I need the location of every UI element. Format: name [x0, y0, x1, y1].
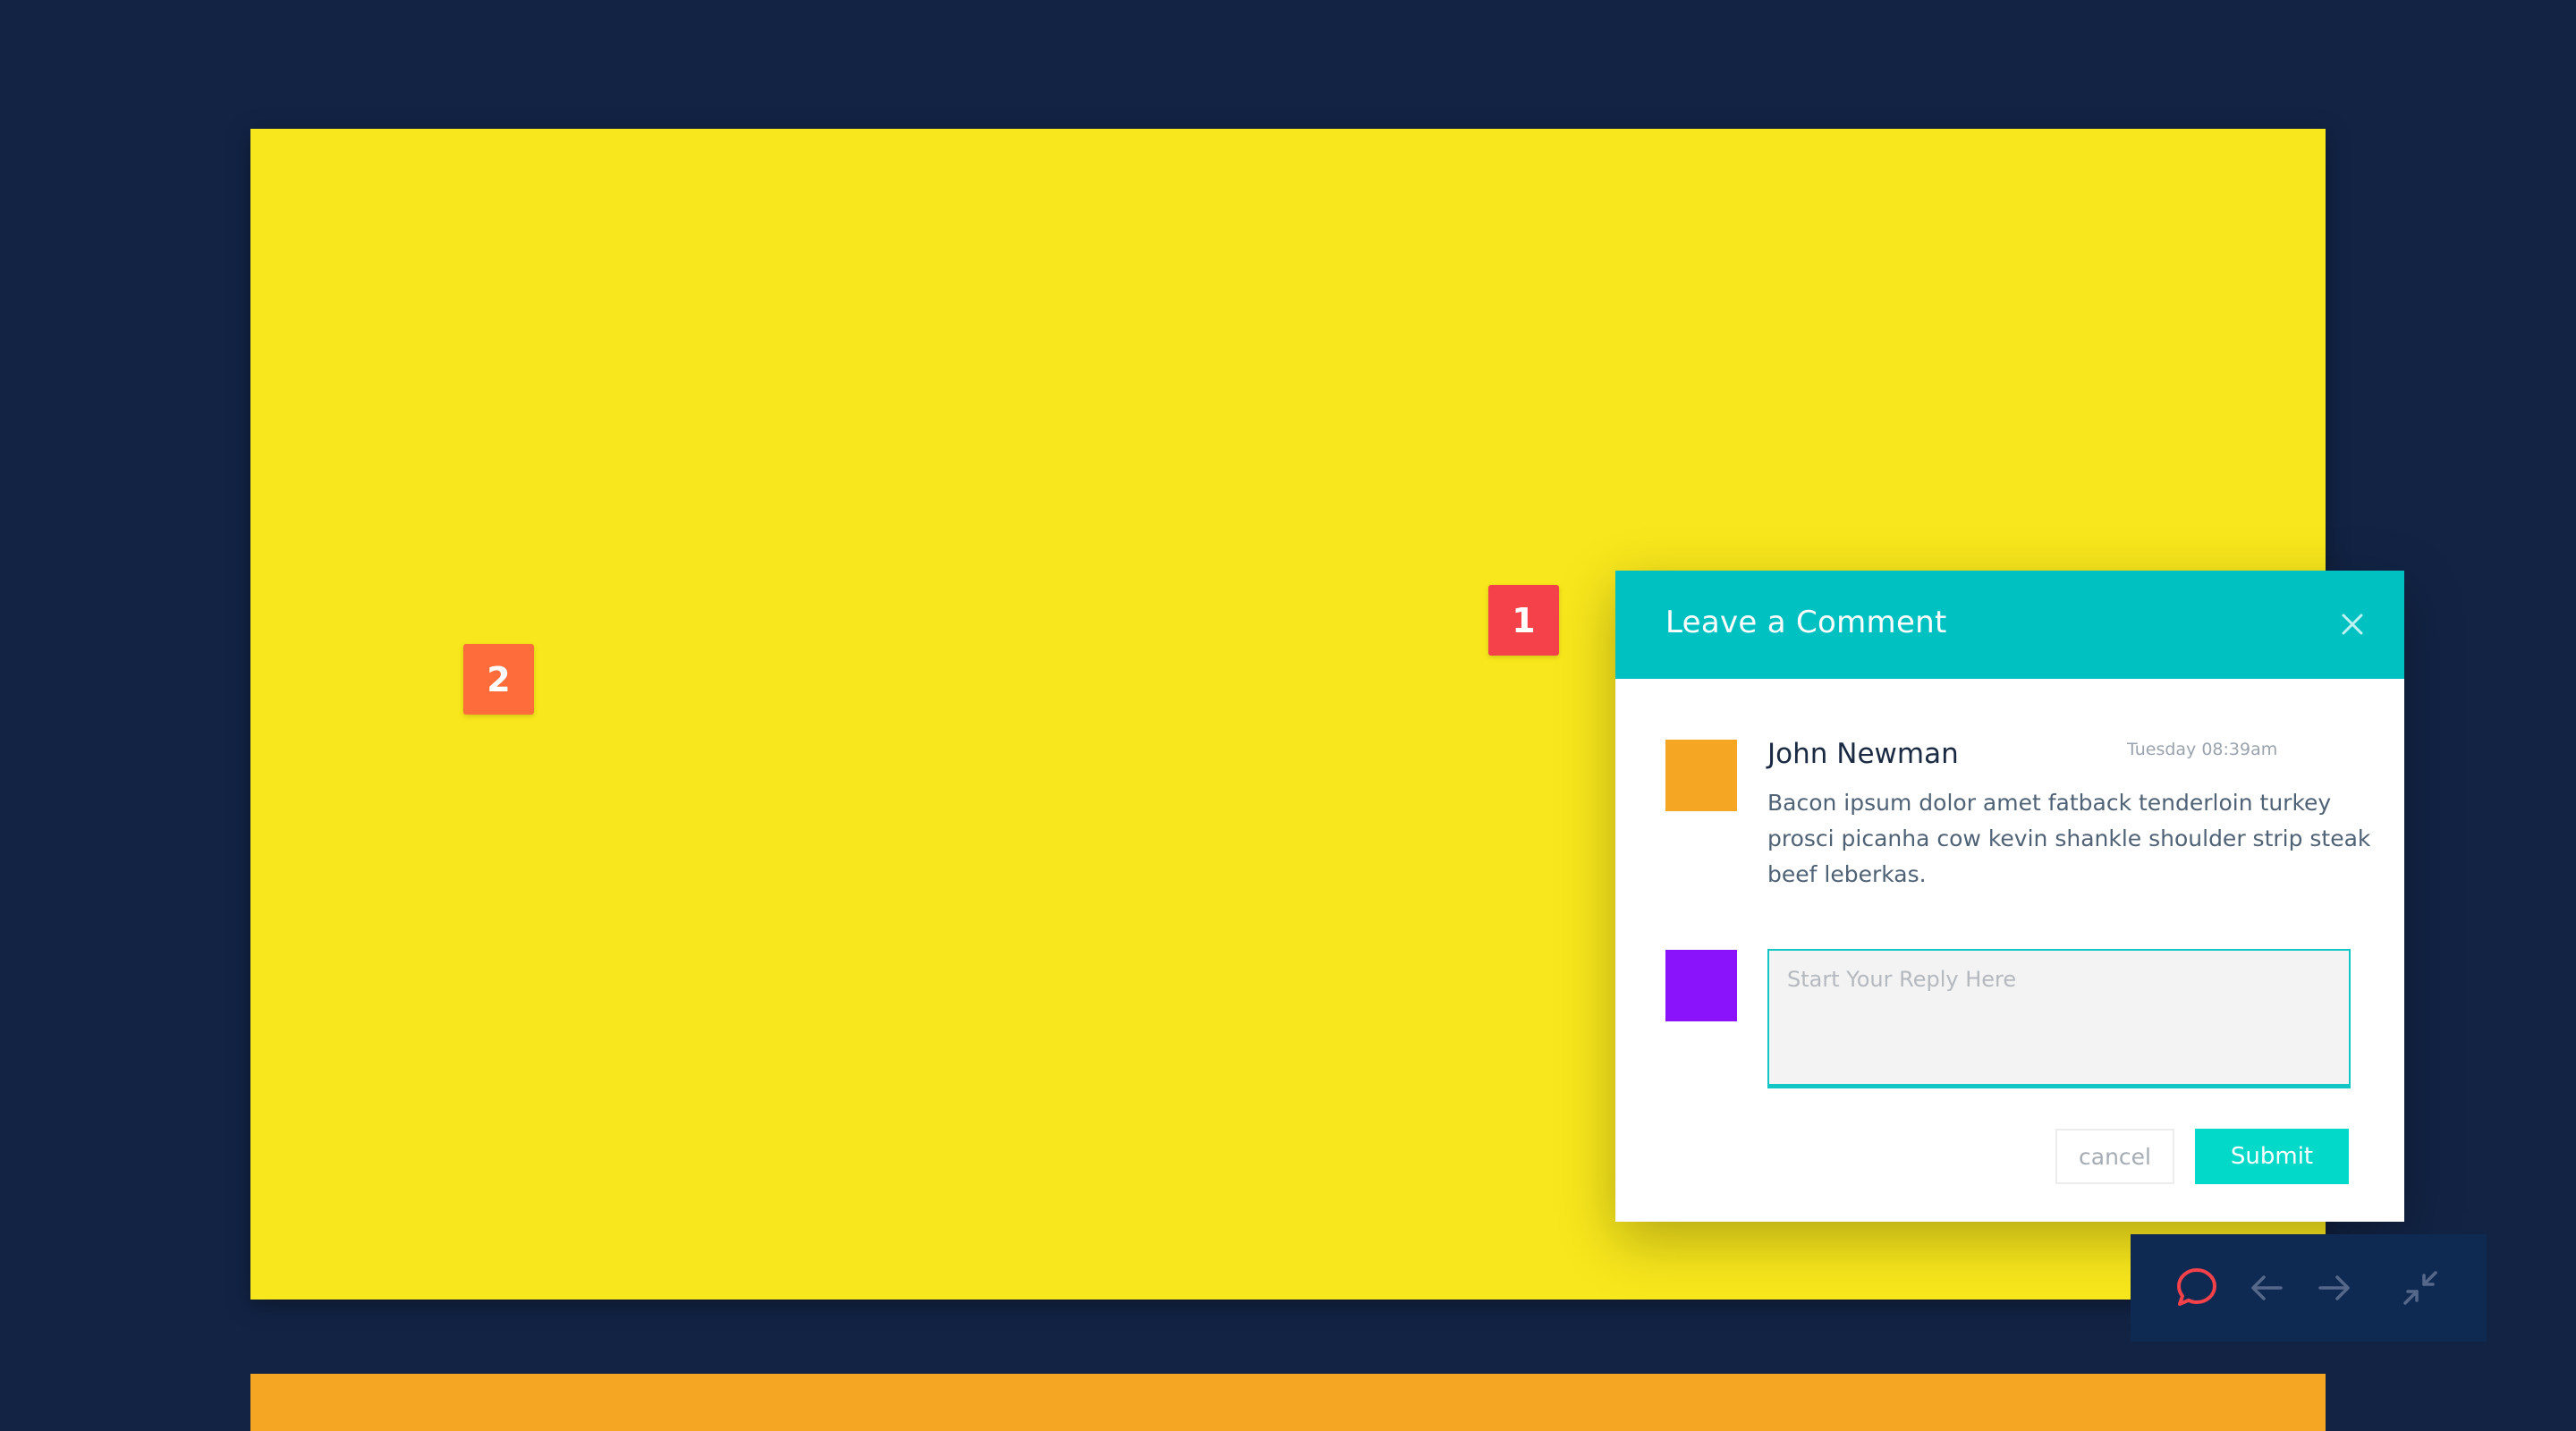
- collapse-button[interactable]: [2394, 1261, 2447, 1315]
- comment-pin-1[interactable]: 1: [1488, 585, 1559, 656]
- current-user-avatar: [1665, 950, 1737, 1021]
- arrow-left-icon: [2251, 1275, 2283, 1300]
- collapse-icon: [2403, 1271, 2437, 1305]
- comment-pin-2[interactable]: 2: [463, 644, 534, 715]
- comment-bubble-icon: [2177, 1268, 2216, 1306]
- commenter-avatar: [1665, 740, 1737, 811]
- comment-mode-button[interactable]: [2170, 1261, 2224, 1315]
- cancel-button[interactable]: cancel: [2055, 1129, 2174, 1184]
- dialog-title: Leave a Comment: [1665, 605, 1947, 640]
- comment-body: Bacon ipsum dolor amet fatback tenderloi…: [1767, 790, 2371, 887]
- design-board-orange[interactable]: [250, 1374, 2326, 1431]
- comment-timestamp: Tuesday 08:39am: [2127, 740, 2278, 759]
- previous-comment-button[interactable]: [2240, 1261, 2293, 1315]
- comment-toolbar: [2131, 1234, 2487, 1342]
- submit-button[interactable]: Submit: [2195, 1129, 2349, 1184]
- canvas-stage: 2 1 Leave a Comment John Newman Tuesday …: [0, 0, 2576, 1431]
- comment-author: John Newman: [1767, 738, 1959, 770]
- pin-number: 1: [1512, 600, 1536, 640]
- next-comment-button[interactable]: [2308, 1261, 2361, 1315]
- dialog-header: Leave a Comment: [1615, 571, 2404, 679]
- close-icon: [2342, 614, 2363, 635]
- close-button[interactable]: [2336, 608, 2368, 640]
- comment-dialog: Leave a Comment John Newman Tuesday 08:3…: [1615, 571, 2404, 1222]
- pin-number: 2: [487, 659, 511, 699]
- reply-input[interactable]: [1767, 949, 2351, 1088]
- arrow-right-icon: [2318, 1275, 2350, 1300]
